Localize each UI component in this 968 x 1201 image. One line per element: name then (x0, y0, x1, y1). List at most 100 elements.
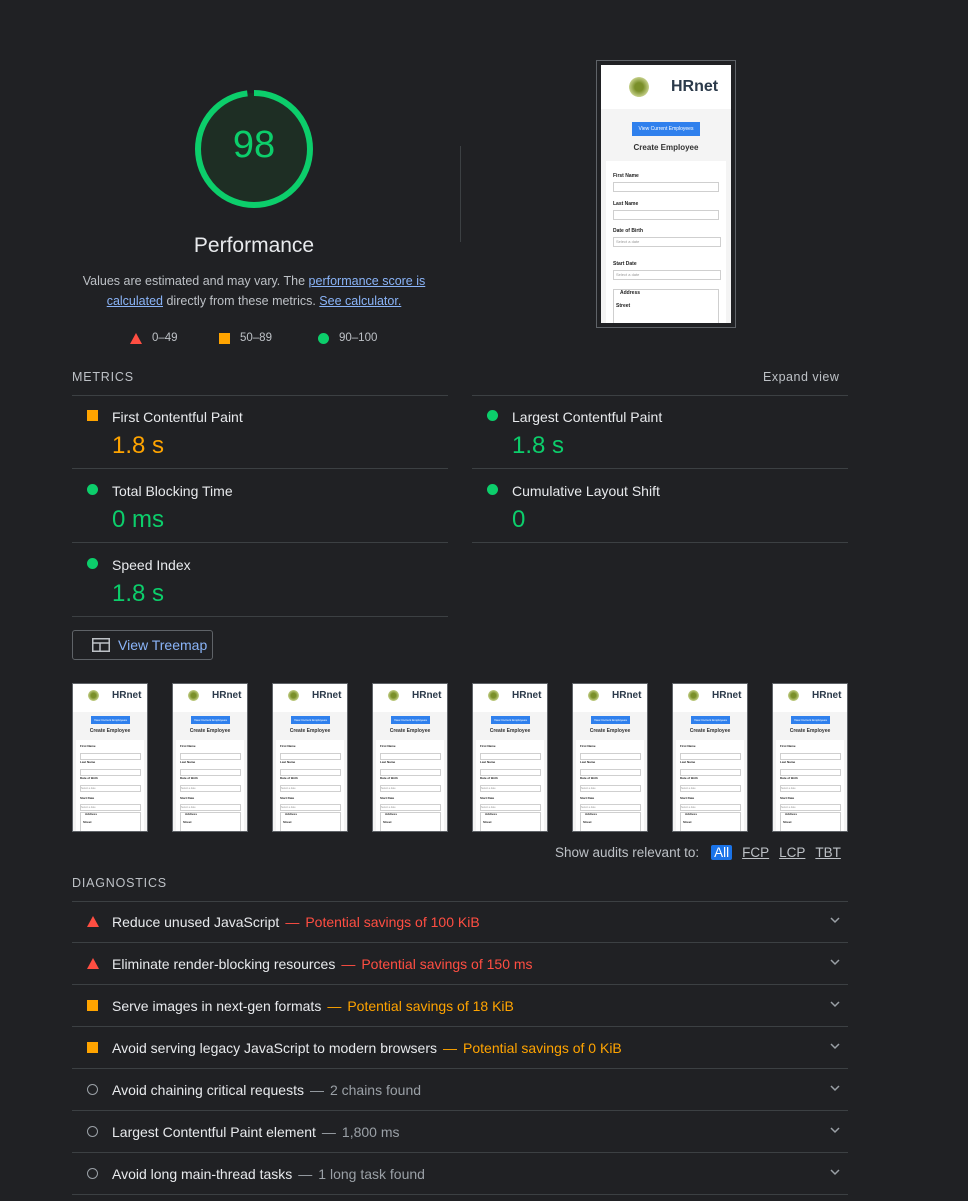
hrnet-logo-icon (629, 77, 649, 97)
filmstrip-frame: HRnet View Current Employees Create Employ… (72, 683, 148, 832)
frame-label: Date of Birth (780, 776, 798, 780)
diagnostic-detail: 1 long task found (318, 1166, 425, 1182)
frame-label: First Name (280, 744, 296, 748)
frame-label: Street (683, 820, 692, 824)
fail-triangle-icon (87, 958, 99, 969)
diagnostic-status (87, 1126, 98, 1137)
filmstrip-frame: HRnet View Current Employees Create Employ… (572, 683, 648, 832)
frame-button: View Current Employees (191, 716, 230, 724)
frame-label: Start Date (480, 796, 495, 800)
frame-label: Last Name (80, 760, 96, 764)
frame-header: HRnet (73, 684, 147, 712)
chevron-down-icon[interactable] (830, 913, 840, 927)
diagnostic-text: Avoid chaining critical requests — 2 chain… (112, 1082, 421, 1098)
frame-label: Address (785, 812, 798, 816)
info-circle-icon (87, 1168, 98, 1179)
frame-label: Last Name (380, 760, 396, 764)
hrnet-logo-icon (288, 690, 299, 701)
frame-button: View Current Employees (91, 716, 130, 724)
frame-label: Address (485, 812, 498, 816)
diagnostic-separator: — (285, 914, 300, 930)
frame-input (180, 769, 241, 776)
diagnostic-row[interactable]: Avoid serving legacy JavaScript to moder… (72, 1027, 848, 1069)
pass-circle-icon (87, 484, 98, 495)
diagnostic-detail: Potential savings of 150 ms (361, 956, 533, 972)
frame-label: First Name (80, 744, 96, 748)
chevron-down-icon[interactable] (830, 955, 840, 969)
chevron-down-icon[interactable] (830, 1123, 840, 1137)
metric-status (87, 558, 98, 569)
filter-fcp[interactable]: FCP (742, 845, 769, 860)
frame-label: Start Date (180, 796, 195, 800)
diagnostic-row[interactable]: Reduce unused JavaScript — Potential savin… (72, 901, 848, 943)
filter-lcp[interactable]: LCP (779, 845, 805, 860)
frame-title: Create Employee (589, 728, 631, 734)
diagnostic-title: Reduce unused JavaScript (112, 914, 280, 930)
frame-label: Street (83, 820, 92, 824)
frame-label: Date of Birth (80, 776, 98, 780)
frame-label: Street (383, 820, 392, 824)
diagnostic-text: Eliminate render-blocking resources — Pote… (112, 956, 533, 972)
frame-form: First Name Last Name Date of Birth Select a… (676, 740, 744, 831)
metric-first-contentful-paint: First Contentful Paint 1.8 s (72, 395, 448, 469)
metrics-divider (472, 542, 848, 543)
filter-tbt[interactable]: TBT (815, 845, 841, 860)
filmstrip-frame: HRnet View Current Employees Create Employ… (272, 683, 348, 832)
metric-value: 1.8 s (112, 580, 165, 607)
frame-input (80, 753, 141, 760)
diagnostic-title: Avoid serving legacy JavaScript to moder… (112, 1040, 438, 1056)
frame-brand: HRnet (812, 690, 842, 701)
frame-header: HRnet (573, 684, 647, 712)
frame-title: Create Employee (389, 728, 431, 734)
final-screenshot[interactable]: HRnet View Current Employees Create Empl… (596, 60, 736, 328)
diagnostic-title: Avoid long main-thread tasks (112, 1166, 293, 1182)
chevron-down-icon[interactable] (830, 1081, 840, 1095)
view-treemap-button[interactable]: View Treemap (72, 630, 213, 660)
diagnostic-title: Serve images in next-gen formats (112, 998, 322, 1014)
frame-form: First Name Last Name Date of Birth Select a… (176, 740, 244, 831)
diagnostic-status (87, 958, 99, 969)
metric-total-blocking-time: Total Blocking Time 0 ms (72, 469, 448, 543)
diagnostic-separator: — (321, 1124, 336, 1140)
diagnostic-row[interactable]: Avoid chaining critical requests — 2 chain… (72, 1069, 848, 1111)
chevron-down-icon[interactable] (830, 1165, 840, 1179)
diagnostic-detail: Potential savings of 100 KiB (305, 914, 480, 930)
frame-header: HRnet (773, 684, 847, 712)
frame-input (780, 769, 841, 776)
frame-input: Select a date (180, 785, 241, 792)
expand-view-link[interactable]: Expand view (763, 370, 839, 384)
frame-header: HRnet (373, 684, 447, 712)
frame-form: First Name Last Name Date of Birth Select a… (576, 740, 644, 831)
metric-value: 0 ms (112, 506, 165, 533)
frame-button: View Current Employees (691, 716, 730, 724)
frame-form: First Name Last Name Date of Birth Select a… (776, 740, 844, 831)
frame-label: Date of Birth (480, 776, 498, 780)
frame-label: First Name (180, 744, 196, 748)
frame-input: Select a date (680, 804, 741, 811)
diagnostic-row[interactable]: Avoid long main-thread tasks — 1 long task… (72, 1153, 848, 1195)
frame-title: Create Employee (789, 728, 831, 734)
chevron-down-icon[interactable] (830, 997, 840, 1011)
frame-label: Start Date (780, 796, 795, 800)
filter-all[interactable]: All (711, 845, 733, 860)
frame-input (380, 753, 441, 760)
view-treemap-label: View Treemap (118, 637, 208, 653)
frame-title: Create Employee (689, 728, 731, 734)
see-calculator-link[interactable]: See calculator. (319, 294, 401, 308)
frame-input: Select a date (580, 804, 641, 811)
info-circle-icon (87, 1084, 98, 1095)
diagnostic-row[interactable]: Eliminate render-blocking resources — Pote… (72, 943, 848, 985)
legend-average: 50–89 (219, 332, 272, 344)
diagnostic-row[interactable]: Largest Contentful Paint element — 1,800 m… (72, 1111, 848, 1153)
diagnostic-separator: — (298, 1166, 313, 1182)
frame-label: Start Date (680, 796, 695, 800)
chevron-down-icon[interactable] (830, 1039, 840, 1053)
diagnostic-row[interactable]: Serve images in next-gen formats — Potenti… (72, 985, 848, 1027)
frame-button: View Current Employees (591, 716, 630, 724)
frame-label: Address (685, 812, 698, 816)
legend-fail-label: 0–49 (152, 332, 178, 344)
performance-description: Values are estimated and may vary. The p… (80, 271, 428, 311)
hrnet-logo-icon (588, 690, 599, 701)
performance-score: 98 (232, 124, 276, 166)
diagnostic-separator: — (309, 1082, 324, 1098)
